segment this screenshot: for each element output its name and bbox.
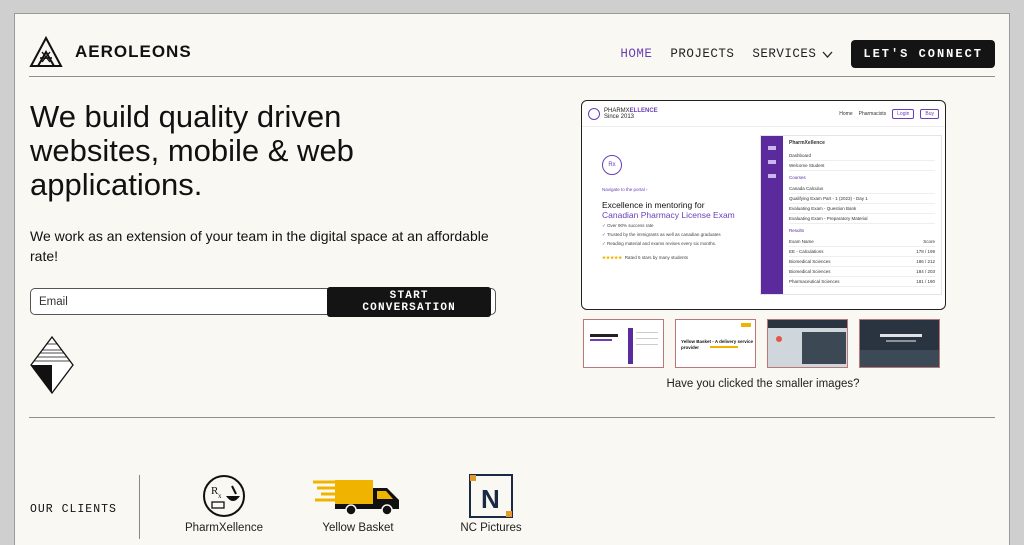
- email-input[interactable]: [39, 295, 328, 308]
- client-name: PharmXellence: [185, 522, 263, 534]
- thumbnail-map-app[interactable]: [767, 319, 848, 368]
- preview-rx-icon: Rx: [602, 155, 622, 175]
- preview-nav-login: Login: [892, 108, 915, 119]
- preview-brand-since: Since 2013: [604, 113, 635, 120]
- diamond-decoration-icon: [30, 336, 74, 394]
- preview-heading-1: Excellence in mentoring for: [602, 200, 705, 210]
- preview-panel-row: Welcome Student: [789, 161, 935, 171]
- nav-projects[interactable]: PROJECTS: [670, 47, 734, 61]
- preview-panel-row: Dashboard: [789, 151, 935, 161]
- preview-course-row: Qualifying Exam Part - 1 (2023) - Day 1: [789, 194, 935, 204]
- preview-dashboard-main: PharmXellence Dashboard Welcome Student …: [783, 136, 941, 294]
- section-divider: [29, 417, 995, 418]
- client-pharmxellence[interactable]: R x PharmXellence: [183, 474, 265, 534]
- nav-services-label: SERVICES: [752, 47, 817, 61]
- thumbnail-caption: Have you clicked the smaller images?: [666, 378, 860, 390]
- client-yellow-basket[interactable]: Yellow Basket: [309, 474, 407, 534]
- preview-heading: Excellence in mentoring for Canadian Pha…: [602, 200, 752, 220]
- client-name: Yellow Basket: [322, 522, 394, 534]
- thumbnail-nc-pictures[interactable]: [859, 319, 940, 368]
- preview-rating: ★★★★★ Rated 5 stars by many students: [602, 255, 752, 261]
- svg-text:N: N: [481, 484, 500, 514]
- lets-connect-button[interactable]: LET'S CONNECT: [851, 40, 995, 68]
- preview-course-row: Canada Calculus: [789, 184, 935, 194]
- project-preview[interactable]: PHARMXELLENCE Since 2013 Home Pharmacist…: [581, 100, 946, 310]
- hero-title: We build quality driven websites, mobile…: [30, 99, 354, 202]
- preview-bullet: Trusted by the immigrants as well as can…: [602, 232, 752, 238]
- preview-dashboard: PharmXellence Dashboard Welcome Student …: [760, 135, 942, 295]
- preview-rating-text: Rated 5 stars by many students: [624, 255, 688, 260]
- nav-services[interactable]: SERVICES: [752, 47, 833, 61]
- brand[interactable]: AEROLEONS: [29, 36, 192, 68]
- thumbnail-pharmxellence[interactable]: [583, 319, 664, 368]
- preview-hero: Rx Navigate to the portal › Excellence i…: [602, 155, 752, 261]
- thumbnail-yellow-basket[interactable]: Yellow Basket - A delivery service provi…: [675, 319, 756, 368]
- clients-label: OUR CLIENTS: [30, 503, 117, 516]
- nav-home[interactable]: HOME: [620, 47, 652, 61]
- main-nav: HOME PROJECTS SERVICES LET'S CONNECT: [620, 40, 995, 68]
- preview-courses-label: Courses: [789, 175, 806, 180]
- preview-brand: PHARMXELLENCE Since 2013: [604, 108, 658, 120]
- rx-mortar-logo-icon: R x: [203, 475, 245, 517]
- chevron-down-icon: [822, 51, 833, 58]
- preview-result-row: Biomedical Sciences 186 / 212: [789, 257, 935, 267]
- hero-subtitle: We work as an extension of your team in …: [30, 228, 489, 264]
- preview-nav-buy: Buy: [920, 108, 939, 119]
- email-form: START CONVERSATION: [30, 286, 496, 317]
- preview-logo-icon: [588, 107, 600, 120]
- preview-result-row: Biomedical Sciences 184 / 203: [789, 267, 935, 277]
- preview-stars: ★★★★★: [602, 255, 623, 260]
- clients-divider: [139, 475, 140, 539]
- preview-nav-home: Home: [839, 110, 853, 117]
- mountain-logo-icon: [29, 36, 63, 67]
- preview-bullet: Reading material and exams revises every…: [602, 241, 752, 247]
- preview-result-row: Pharmaceutical Sciences 181 / 190: [789, 277, 935, 287]
- thumbnail-strip: Yellow Basket - A delivery service provi…: [583, 319, 951, 368]
- thumbnail-yellow-basket-text: Yellow Basket - A delivery service provi…: [681, 339, 753, 350]
- header-divider: [29, 76, 995, 77]
- preview-course-row: Evaluating Exam - Question Bank: [789, 204, 935, 214]
- preview-heading-2: Canadian Pharmacy License Exam: [602, 210, 735, 220]
- delivery-truck-logo-icon: [313, 480, 399, 516]
- brand-name: AEROLEONS: [75, 42, 192, 61]
- preview-portal-link: Navigate to the portal ›: [602, 187, 648, 192]
- svg-text:x: x: [218, 492, 222, 500]
- preview-sidebar: [761, 136, 783, 294]
- preview-nav: Home Pharmacists Login Buy: [833, 108, 939, 119]
- preview-course-row: Evaluating Exam - Preparatory Material: [789, 214, 935, 224]
- preview-results-label: Results: [789, 228, 805, 233]
- preview-bullet: Over 90% success rate: [602, 223, 752, 229]
- preview-nav-pharm: Pharmacists: [858, 110, 887, 117]
- preview-header: PHARMXELLENCE Since 2013 Home Pharmacist…: [582, 101, 945, 127]
- preview-result-row: Exam Name Score: [789, 237, 935, 247]
- client-name: NC Pictures: [460, 522, 522, 534]
- preview-panel-title: PharmXellence: [789, 140, 825, 146]
- client-nc-pictures[interactable]: N NC Pictures: [451, 474, 531, 534]
- page: AEROLEONS HOME PROJECTS SERVICES LET'S C…: [14, 13, 1010, 545]
- start-conversation-button[interactable]: START CONVERSATION: [327, 286, 491, 317]
- preview-result-row: EE - Calculations 178 / 199: [789, 247, 935, 257]
- n-bracket-logo-icon: N: [469, 474, 513, 518]
